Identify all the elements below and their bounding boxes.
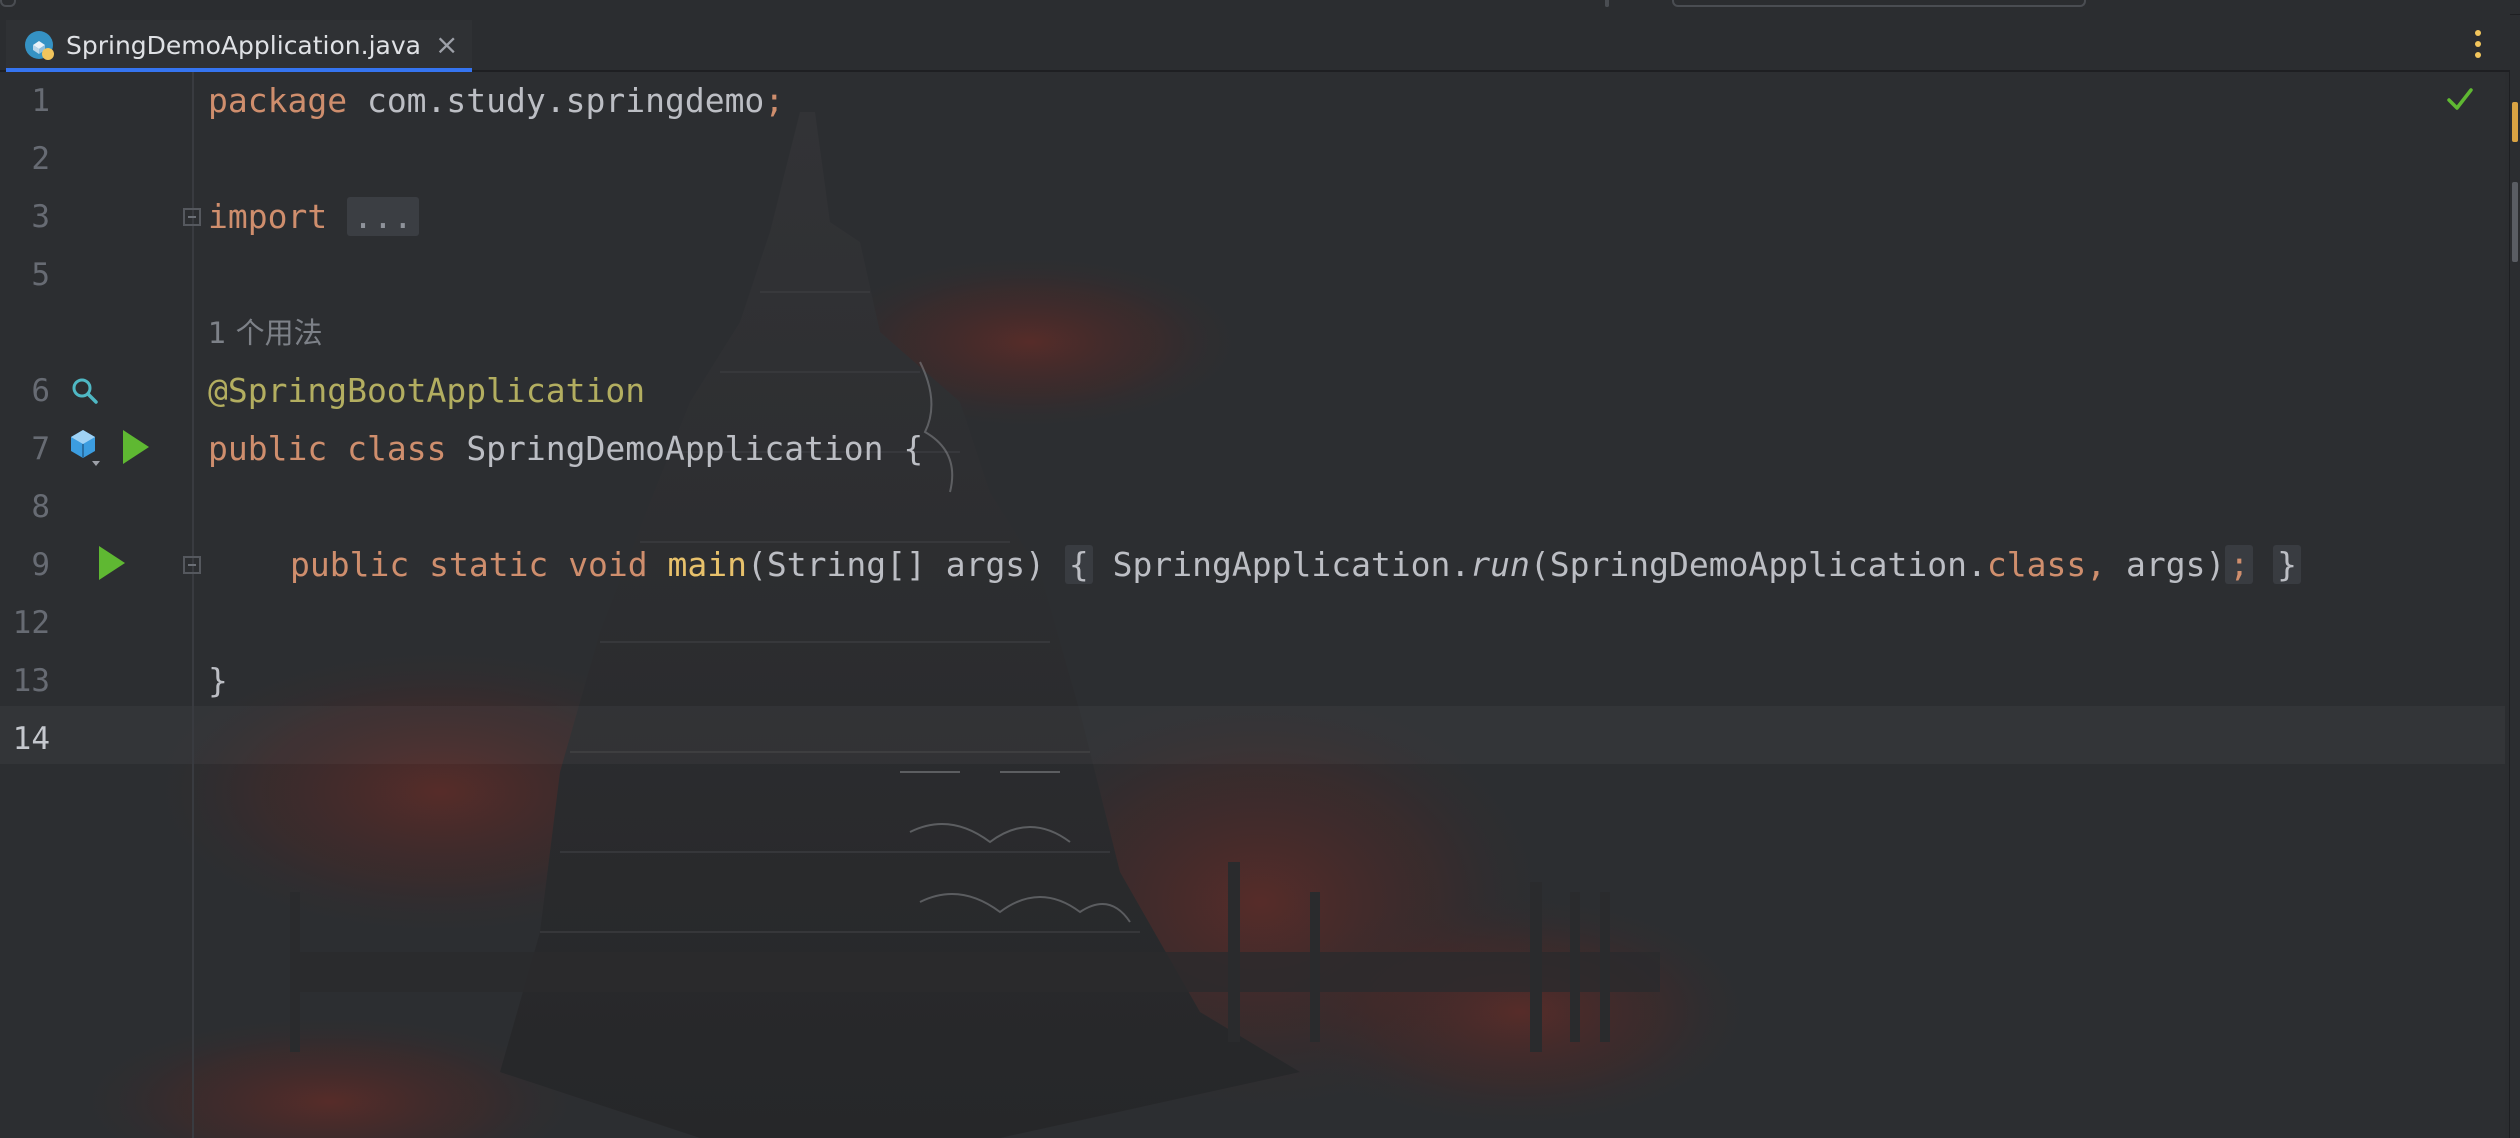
close-icon[interactable]: × — [435, 31, 458, 59]
divider — [1605, 0, 1609, 7]
search-field-fragment — [1672, 0, 2086, 7]
fold-icon[interactable] — [183, 208, 201, 226]
line-number: 1 — [31, 83, 50, 119]
folded-brace-close[interactable]: } — [2273, 545, 2301, 584]
code-line-13: } — [208, 652, 228, 710]
annotation: @SpringBootApplication — [208, 371, 646, 410]
keyword: static — [429, 545, 549, 584]
keyword: package — [208, 81, 348, 120]
line-number: 8 — [31, 489, 50, 525]
keyword: public — [290, 545, 410, 584]
folded-imports[interactable]: ... — [347, 197, 419, 236]
java-class-icon — [25, 31, 54, 60]
spring-bean-icon[interactable] — [66, 427, 106, 469]
error-stripe-mark[interactable] — [2512, 102, 2518, 142]
code-editor[interactable]: 1 2 3 5 6 7 8 9 12 13 14 package com.stu… — [0, 72, 2505, 1138]
keyword: import — [208, 197, 328, 236]
code-line-1: package com.study.springdemo; — [208, 72, 784, 130]
fold-icon[interactable] — [183, 556, 201, 574]
keyword: public — [208, 429, 328, 468]
parameters: (String[] args) — [747, 545, 1046, 584]
line-number-current: 14 — [12, 721, 50, 757]
line-number: 5 — [31, 257, 50, 293]
line-number: 2 — [31, 141, 50, 177]
folded-brace-open[interactable]: { — [1064, 545, 1093, 584]
line-number: 3 — [31, 199, 50, 235]
window-top-strip — [0, 0, 2520, 15]
semicolon: ; — [764, 81, 785, 120]
argument: (SpringDemoApplication. — [1529, 545, 1987, 584]
tab-springdemoapplication[interactable]: SpringDemoApplication.java × — [6, 20, 472, 72]
method-name: main — [667, 545, 748, 584]
code-line-3: import ... — [208, 188, 419, 246]
argument: args) — [2125, 545, 2226, 584]
line-number: 12 — [12, 605, 50, 641]
more-vertical-icon[interactable] — [2474, 30, 2482, 58]
package-name: com.study.springdemo — [347, 81, 765, 120]
brace: } — [208, 661, 228, 700]
tab-label: SpringDemoApplication.java — [66, 30, 421, 60]
code-line-7: public class SpringDemoApplication { — [208, 420, 923, 478]
line-number: 6 — [31, 373, 50, 409]
gutter-separator — [192, 72, 194, 1138]
line-number: 9 — [31, 547, 50, 583]
current-line-highlight — [0, 706, 2505, 764]
line-number: 7 — [31, 431, 50, 467]
semicolon: ; — [2225, 545, 2254, 584]
keyword: class — [1986, 545, 2087, 584]
usage-inlay-hint[interactable]: 1 个用法 — [208, 304, 323, 362]
line-number: 13 — [12, 663, 50, 699]
bean-search-icon[interactable] — [70, 376, 100, 406]
callee: SpringApplication. — [1112, 545, 1471, 584]
editor-scrollbar[interactable] — [2509, 72, 2520, 1138]
static-method: run — [1470, 545, 1530, 584]
class-name: SpringDemoApplication — [466, 429, 884, 468]
code-line-9: public static void main(String[] args) {… — [290, 536, 2301, 594]
inspection-ok-icon[interactable] — [2445, 84, 2475, 114]
keyword: void — [568, 545, 648, 584]
code-line-6: @SpringBootApplication — [208, 362, 645, 420]
editor-tab-bar: SpringDemoApplication.java × — [0, 14, 2510, 72]
comma: , — [2086, 545, 2126, 584]
keyword: class — [347, 429, 447, 468]
run-icon[interactable] — [96, 543, 128, 583]
run-icon[interactable] — [120, 427, 152, 467]
error-stripe-mark[interactable] — [2512, 182, 2518, 262]
brace: { — [903, 429, 924, 468]
toolbar-fragment — [0, 0, 16, 7]
